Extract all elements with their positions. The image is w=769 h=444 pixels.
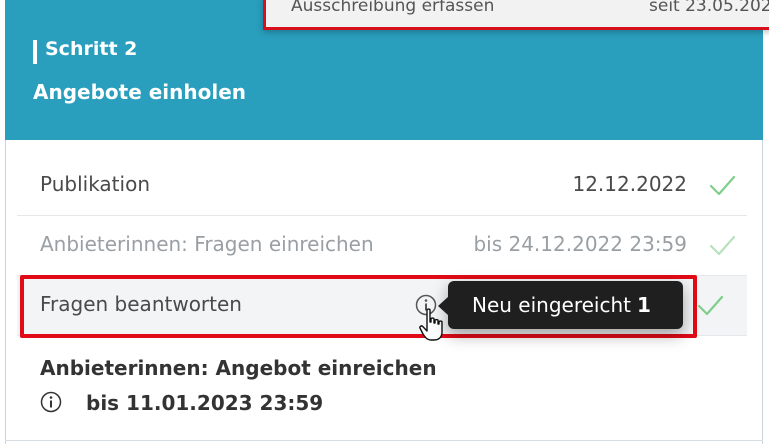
milestone-date: 12.12.2022 <box>572 172 687 196</box>
milestone-date: bis 24.12.2022 23:59 <box>473 232 687 256</box>
milestone-row-fragen-einreichen: Anbieterinnen: Fragen einreichen bis 24.… <box>17 216 747 276</box>
milestone-label: Publikation <box>40 172 150 196</box>
previous-step-date: seit 23.05.202 <box>649 0 769 16</box>
check-icon <box>709 235 736 256</box>
info-icon[interactable] <box>40 391 62 413</box>
step-title: Angebote einholen <box>33 80 247 104</box>
card-bottom-border <box>5 440 763 441</box>
check-icon <box>709 175 736 196</box>
previous-step-label: Ausschreibung erfassen <box>291 0 495 16</box>
step-label: Schritt 2 <box>45 38 138 60</box>
next-milestone-deadline: bis 11.01.2023 23:59 <box>86 391 324 415</box>
tooltip-count: 1 <box>637 293 651 317</box>
check-icon <box>697 295 724 316</box>
milestone-row-publikation: Publikation 12.12.2022 <box>17 156 747 216</box>
previous-step-highlight: Ausschreibung erfassen seit 23.05.202 <box>263 0 769 30</box>
next-milestone-title: Anbieterinnen: Angebot einreichen <box>40 356 437 380</box>
step-accent-bar <box>33 40 37 64</box>
milestone-label: Anbieterinnen: Fragen einreichen <box>40 232 374 256</box>
tooltip: Neu eingereicht 1 <box>438 281 683 329</box>
tooltip-text: Neu eingereicht <box>472 293 631 317</box>
